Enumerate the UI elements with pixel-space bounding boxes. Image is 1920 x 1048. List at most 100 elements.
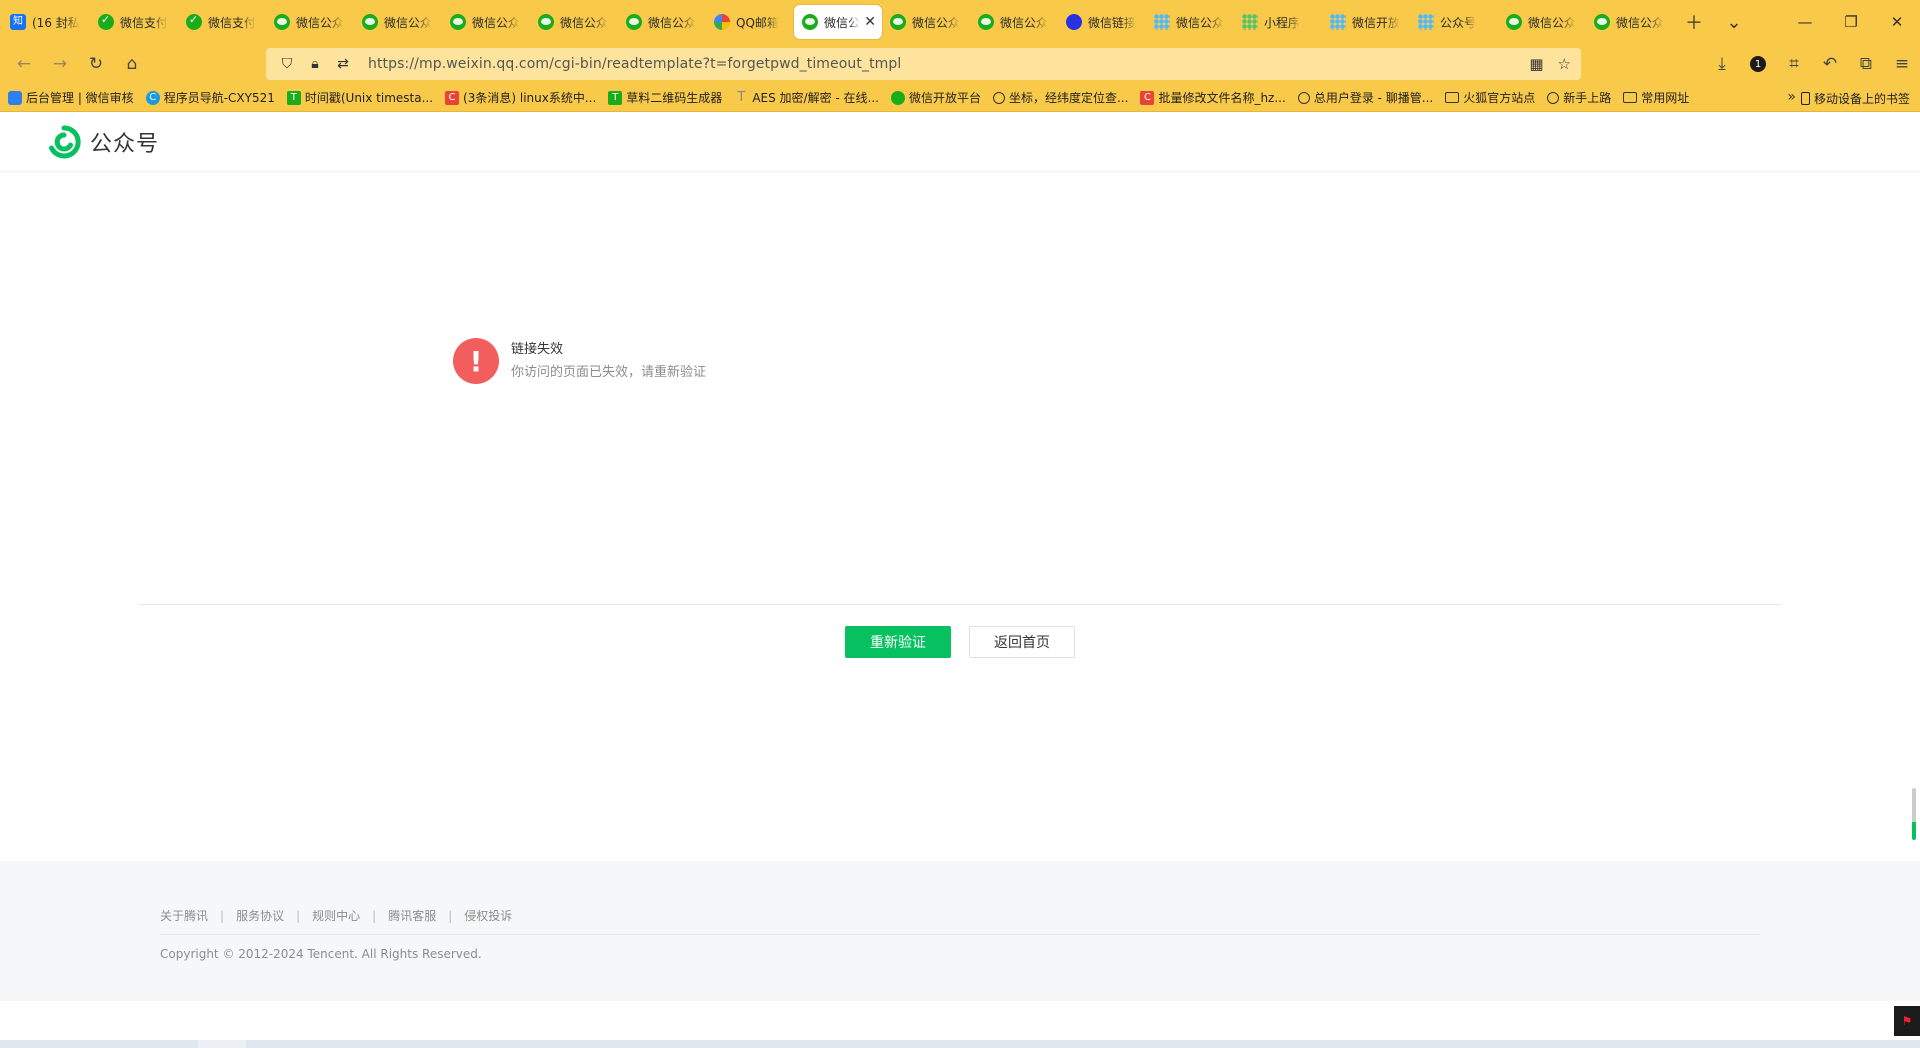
footer-link[interactable]: 关于腾讯 <box>160 907 208 924</box>
browser-tab[interactable]: 微信公众 <box>618 5 706 39</box>
bookmark-folder-icon <box>1445 92 1460 103</box>
bookmark-item[interactable]: C 程序员导航-CXY521 <box>145 89 275 106</box>
wechat-official-logo-icon[interactable] <box>46 124 82 160</box>
wechat-icon <box>538 14 554 30</box>
bookmark-item[interactable]: 总用户登录 - 聊播管... <box>1297 89 1433 106</box>
url-text[interactable]: https://mp.weixin.qq.com/cgi-bin/readtem… <box>368 56 901 72</box>
taskbar-segment <box>198 1040 246 1048</box>
bookmark-wx-icon <box>890 90 905 105</box>
extensions-puzzle-icon[interactable]: ⧉ <box>1848 48 1884 80</box>
bookmark-label: 时间戳(Unix timesta... <box>304 91 434 105</box>
bookmark-item[interactable]: 常用网址 <box>1623 89 1689 106</box>
bookmark-item[interactable]: 后台管理 | 微信审核 <box>8 89 134 106</box>
extension-badge-icon[interactable]: 1 <box>1740 48 1776 80</box>
bookmark-folder-icon <box>1623 92 1638 103</box>
footer-separator: | <box>372 908 377 923</box>
browser-tab[interactable]: 微信公众 <box>1498 5 1586 39</box>
tab-label: 微信链接 <box>1088 15 1137 30</box>
tracking-shield-icon[interactable]: ⛉ <box>276 56 298 72</box>
bookmark-item[interactable]: 坐标，经纬度定位查... <box>993 89 1128 106</box>
bookmark-item[interactable]: C (3条消息) linux系统中... <box>445 89 596 106</box>
list-all-tabs-button[interactable]: ⌄ <box>1714 5 1754 39</box>
tab-label: 微信公众 <box>912 15 961 30</box>
browser-tab[interactable]: 微信公众 <box>1586 5 1674 39</box>
screenshot-crop-icon[interactable]: ⌗ <box>1776 48 1812 80</box>
close-window-button[interactable]: ✕ <box>1874 0 1920 44</box>
browser-tab[interactable]: 微信公众 <box>882 5 970 39</box>
browser-tab[interactable]: 微信公众 <box>354 5 442 39</box>
bookmark-item[interactable]: T 草料二维码生成器 <box>608 89 722 106</box>
wechat-icon <box>626 14 642 30</box>
browser-tab[interactable]: 微信公 ✕ <box>794 5 882 39</box>
error-message: ! 链接失效 你访问的页面已失效，请重新验证 <box>453 338 706 384</box>
tab-label: 微信公众 <box>560 15 609 30</box>
bookmark-label: AES 加密/解密 - 在线... <box>752 91 879 105</box>
bookmark-star-icon[interactable]: ☆ <box>1558 55 1571 73</box>
grid-icon <box>1330 14 1346 30</box>
bookmark-item[interactable]: C 批量修改文件名称_hz... <box>1140 89 1286 106</box>
bookmark-label: 火狐官方站点 <box>1463 91 1536 105</box>
mobile-bookmarks[interactable]: 移动设备上的书签 <box>1800 90 1910 107</box>
toolbar-right: ⤓ 1 ⌗ ↶ ⧉ ≡ <box>1704 44 1920 84</box>
permissions-icon[interactable]: ⇄ <box>332 56 354 72</box>
back-icon[interactable]: ← <box>6 48 42 80</box>
back-to-home-button[interactable]: 返回首页 <box>969 626 1075 658</box>
browser-tab[interactable]: 知 (16 封私 <box>2 5 90 39</box>
browser-tab[interactable]: 微信支付 <box>178 5 266 39</box>
grid-icon <box>1242 14 1258 30</box>
tab-label: 微信公 <box>824 15 861 30</box>
download-icon[interactable]: ⤓ <box>1704 48 1740 80</box>
browser-tab[interactable]: 微信链接 <box>1058 5 1146 39</box>
bookmark-label: 后台管理 | 微信审核 <box>26 91 134 105</box>
tab-label: 微信公众 <box>472 15 521 30</box>
browser-tab[interactable]: 微信公众 <box>970 5 1058 39</box>
lock-icon[interactable]: 🔒︎ <box>304 56 326 72</box>
browser-tab[interactable]: 公众号 <box>1410 5 1498 39</box>
bookmark-item[interactable]: 微信开放平台 <box>890 89 981 106</box>
phone-icon <box>1800 92 1810 105</box>
notification-flag-icon[interactable]: ⚑ <box>1894 1006 1920 1036</box>
footer-link[interactable]: 腾讯客服 <box>388 907 436 924</box>
browser-tab[interactable]: 小程序 <box>1234 5 1322 39</box>
bookmark-item[interactable]: T AES 加密/解密 - 在线... <box>734 89 879 106</box>
footer-separator: | <box>220 908 225 923</box>
browser-tab[interactable]: 微信公众 <box>530 5 618 39</box>
tab-label: 微信支付 <box>120 15 169 30</box>
more-bookmarks-icon[interactable]: » <box>1787 89 1796 105</box>
footer-link[interactable]: 服务协议 <box>236 907 284 924</box>
close-tab-icon[interactable]: ✕ <box>864 14 876 30</box>
undo-icon[interactable]: ↶ <box>1812 48 1848 80</box>
bookmark-item[interactable]: 火狐官方站点 <box>1445 89 1535 106</box>
browser-tab[interactable]: QQ邮箱 <box>706 5 794 39</box>
logo-text[interactable]: 公众号 <box>90 126 159 158</box>
bookmark-item[interactable]: T 时间戳(Unix timesta... <box>286 89 434 106</box>
restore-button[interactable]: ❐ <box>1828 0 1874 44</box>
reverify-button[interactable]: 重新验证 <box>845 626 951 658</box>
qr-code-icon[interactable]: ▦ <box>1529 55 1543 73</box>
footer-link[interactable]: 侵权投诉 <box>464 907 512 924</box>
error-description: 你访问的页面已失效，请重新验证 <box>511 365 707 380</box>
browser-tab[interactable]: 微信支付 <box>90 5 178 39</box>
tab-label: 微信公众 <box>648 15 697 30</box>
scrollbar-thumb[interactable] <box>1912 788 1916 840</box>
menu-icon[interactable]: ≡ <box>1884 48 1920 80</box>
navigation-toolbar: ← → ↻ ⌂ ⛉ 🔒︎ ⇄ https://mp.weixin.qq.com/… <box>0 44 1920 84</box>
browser-tab[interactable]: 微信公众 <box>1146 5 1234 39</box>
minimize-button[interactable]: — <box>1782 0 1828 44</box>
bookmark-label: (3条消息) linux系统中... <box>463 91 597 105</box>
forward-icon[interactable]: → <box>42 48 78 80</box>
browser-tab[interactable]: 微信公众 <box>266 5 354 39</box>
qq-mail-icon <box>714 14 730 30</box>
new-tab-button[interactable]: ＋ <box>1674 5 1714 39</box>
browser-tab[interactable]: 微信公众 <box>442 5 530 39</box>
browser-tab[interactable]: 微信开放 <box>1322 5 1410 39</box>
bookmark-red-icon: C <box>445 90 460 105</box>
bookmark-label: 常用网址 <box>1641 91 1690 105</box>
address-bar[interactable]: ⛉ 🔒︎ ⇄ https://mp.weixin.qq.com/cgi-bin/… <box>266 48 1581 80</box>
footer-link[interactable]: 规则中心 <box>312 907 360 924</box>
reload-icon[interactable]: ↻ <box>78 48 114 80</box>
home-icon[interactable]: ⌂ <box>114 48 150 80</box>
tab-label: 小程序 <box>1264 15 1301 30</box>
bookmark-item[interactable]: 新手上路 <box>1547 89 1611 106</box>
copyright: Copyright © 2012-2024 Tencent. All Right… <box>160 947 482 961</box>
